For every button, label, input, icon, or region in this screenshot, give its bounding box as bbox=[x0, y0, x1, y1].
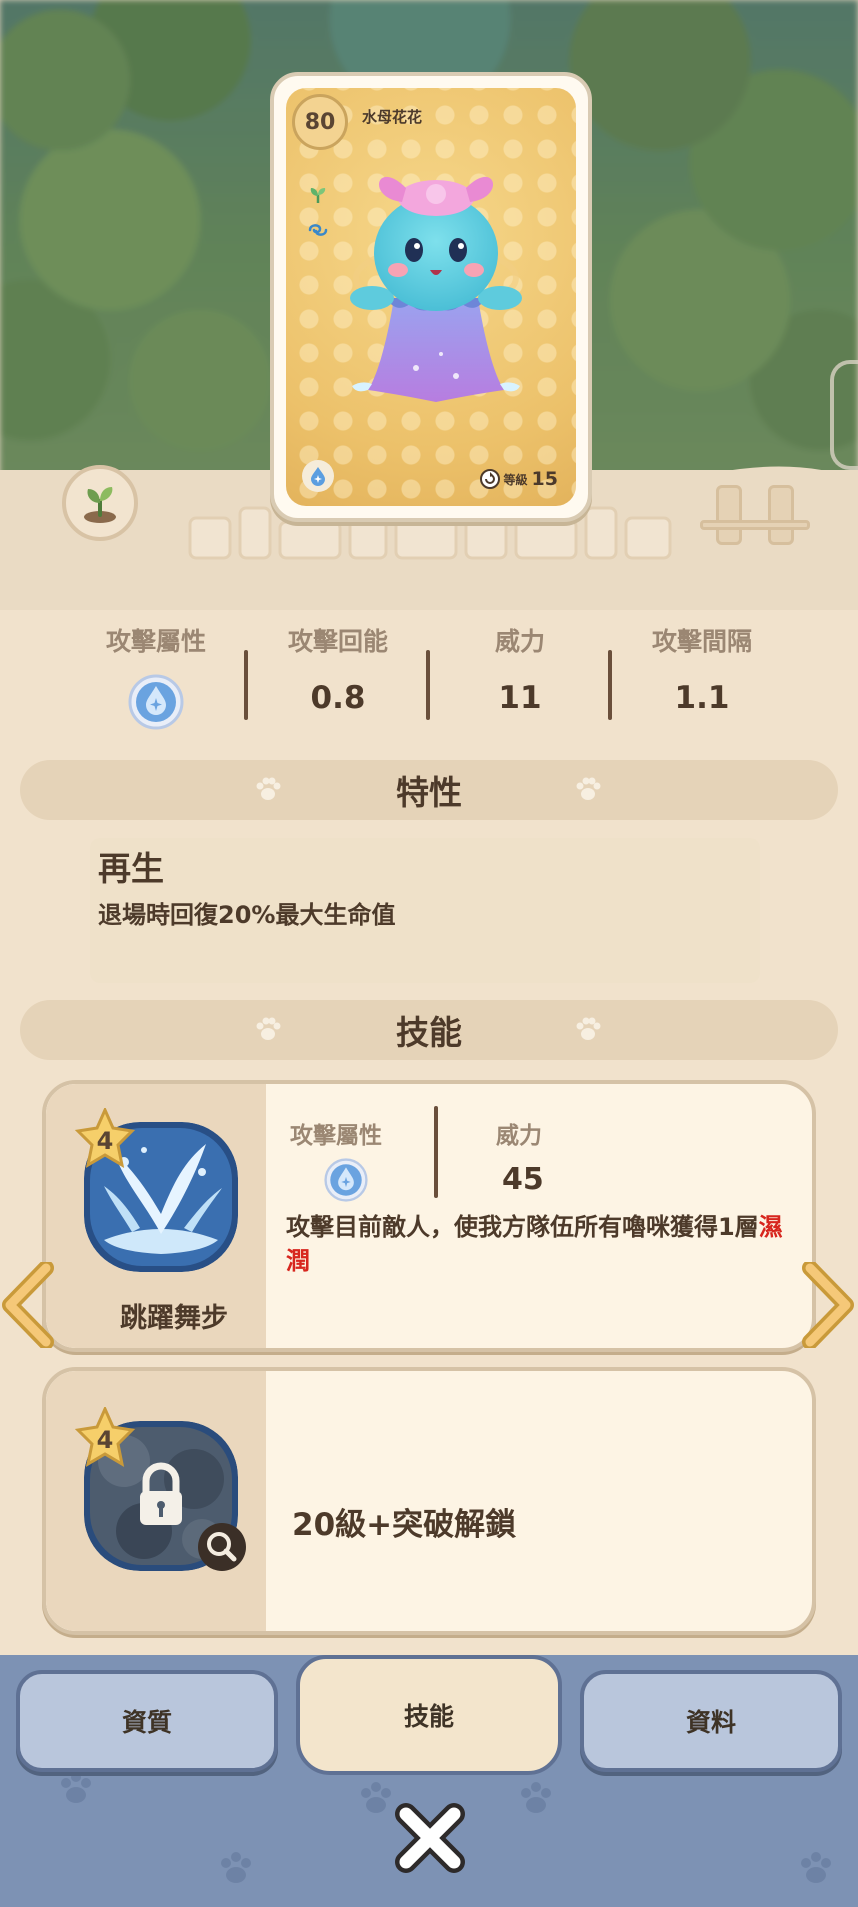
water-element-icon bbox=[128, 674, 184, 730]
paw-icon bbox=[256, 1017, 281, 1040]
grade-value: 15 bbox=[531, 468, 558, 490]
card-level-badge: 80 bbox=[292, 94, 348, 150]
sprout-badge[interactable] bbox=[62, 465, 138, 541]
swirl-icon bbox=[308, 224, 328, 236]
tab-label: 技能 bbox=[403, 1702, 454, 1731]
skill-name: 跳躍舞步 bbox=[120, 1303, 228, 1334]
previous-arrow-button[interactable] bbox=[0, 1262, 56, 1348]
unlock-requirement: 20級+突破解鎖 bbox=[292, 1507, 517, 1543]
section-title: 特性 bbox=[396, 773, 462, 812]
stat-label: 攻擊回能 bbox=[287, 627, 388, 656]
jellyfish-pet-illustration bbox=[350, 176, 522, 402]
section-title: 技能 bbox=[396, 1013, 462, 1052]
skill-description-text: 攻擊目前敵人，使我方隊伍所有嚕咪獲得1層 bbox=[286, 1213, 759, 1241]
pet-name: 水母花花 bbox=[362, 108, 423, 126]
water-element-icon bbox=[311, 467, 325, 486]
close-button[interactable] bbox=[392, 1800, 468, 1876]
card-grade: 等級 15 bbox=[479, 468, 558, 490]
fence-post bbox=[716, 485, 742, 545]
skill-description: 攻擊目前敵人，使我方隊伍所有嚕咪獲得1層濕潤 bbox=[286, 1210, 796, 1278]
stat-value: 1.1 bbox=[674, 680, 730, 716]
water-element-icon bbox=[324, 1158, 368, 1202]
star-rank-value: 4 bbox=[96, 1426, 114, 1454]
stat-label: 威力 bbox=[494, 627, 545, 656]
paw-icon bbox=[576, 777, 601, 800]
stat-power: 威力 11 bbox=[430, 622, 610, 716]
sprout-icon bbox=[84, 487, 116, 523]
stat-label: 攻擊屬性 bbox=[105, 627, 206, 656]
skill-card[interactable]: 4 跳躍舞步 攻擊屬性 威力 45 攻擊目前敵人，使我方隊伍所有嚕咪獲得1層濕潤 bbox=[42, 1080, 816, 1352]
stat-energy-regen: 攻擊回能 0.8 bbox=[248, 622, 428, 716]
skill-element-label: 攻擊屬性 bbox=[290, 1123, 382, 1149]
fence-rail bbox=[700, 520, 810, 530]
tab-label: 資質 bbox=[121, 1708, 172, 1737]
grade-label: 等級 bbox=[503, 472, 528, 487]
skill-power-label: 威力 bbox=[496, 1123, 542, 1149]
skill-divider bbox=[434, 1106, 438, 1198]
trait-section-header: 特性 bbox=[20, 760, 838, 820]
magnify-icon[interactable] bbox=[196, 1521, 248, 1573]
trait-name: 再生 bbox=[98, 849, 164, 888]
tab-info[interactable]: 資料 bbox=[580, 1670, 842, 1772]
star-rank-value: 4 bbox=[96, 1127, 114, 1155]
next-arrow-button[interactable] bbox=[800, 1262, 856, 1348]
tab-skills[interactable]: 技能 bbox=[296, 1655, 562, 1775]
stat-label: 攻擊間隔 bbox=[651, 627, 752, 656]
tab-aptitude[interactable]: 資質 bbox=[16, 1670, 278, 1772]
locked-skill-card[interactable]: 4 20級+突破解鎖 bbox=[42, 1367, 816, 1635]
stat-attack-element: 攻擊屬性 bbox=[66, 622, 246, 734]
tab-label: 資料 bbox=[685, 1708, 736, 1737]
paw-icon bbox=[256, 777, 281, 800]
stats-row: 攻擊屬性 攻擊回能 0.8 威力 11 攻擊間隔 1.1 bbox=[0, 622, 858, 732]
refresh-icon bbox=[479, 469, 500, 489]
pet-card-art: 80 水母花花 等級 15 bbox=[286, 88, 576, 506]
skill-power-value: 45 bbox=[502, 1162, 544, 1197]
paw-icon bbox=[576, 1017, 601, 1040]
stat-value: 11 bbox=[498, 680, 542, 716]
trait-description: 退場時回復20%最大生命值 bbox=[98, 901, 396, 929]
pet-card[interactable]: 80 水母花花 等級 15 bbox=[270, 72, 592, 522]
skill-section-header: 技能 bbox=[20, 1000, 838, 1060]
card-level-value: 80 bbox=[304, 109, 336, 135]
fence-post bbox=[768, 485, 794, 545]
stat-attack-interval: 攻擊間隔 1.1 bbox=[612, 622, 792, 716]
leaf-icon bbox=[310, 188, 326, 203]
card-element-badge bbox=[302, 460, 334, 492]
stat-value: 0.8 bbox=[310, 680, 366, 716]
